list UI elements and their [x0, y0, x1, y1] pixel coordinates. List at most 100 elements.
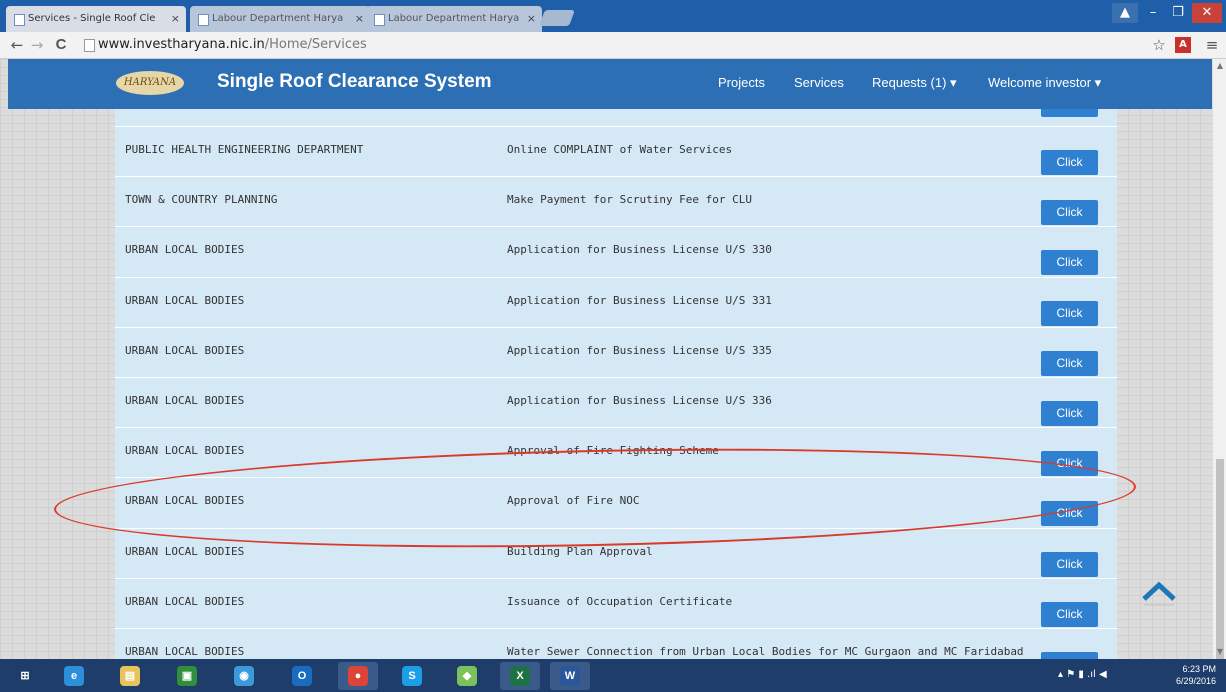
click-button[interactable]: Click — [1041, 401, 1098, 426]
top-navbar: HARYANA Single Roof Clearance System Pro… — [8, 59, 1212, 109]
taskbar-clock[interactable]: 6:23 PM 6/29/2016 — [1176, 663, 1216, 687]
url-host: www.investharyana.nic.in — [98, 37, 265, 52]
department-name: URBAN LOCAL BODIES — [125, 494, 245, 508]
page-favicon-icon — [14, 14, 25, 26]
word-icon: W — [560, 666, 580, 686]
address-bar: ← → C www.investharyana.nic.in/Home/Serv… — [0, 32, 1226, 59]
browser-tab-bar: Services - Single Roof Cle × Labour Depa… — [0, 0, 1226, 32]
tab-labour-1[interactable]: Labour Department Harya × — [190, 6, 370, 32]
department-name: URBAN LOCAL BODIES — [125, 645, 245, 658]
page-viewport: PUBLIC HEALTH ENGINEERING DEPARTMENT Onli… — [0, 59, 1212, 659]
click-button[interactable]: Click — [1041, 551, 1098, 577]
haryana-logo[interactable]: HARYANA — [116, 71, 184, 95]
bookmark-star-icon[interactable]: ☆ — [1150, 35, 1168, 55]
tab-title: Labour Department Harya — [388, 13, 520, 24]
url-path: /Home/Services — [264, 37, 367, 52]
click-button[interactable]: Click — [1041, 300, 1098, 326]
service-name: Water Sewer Connection from Urban Local … — [507, 645, 1024, 658]
table-row: URBAN LOCAL BODIES Application for Busine… — [115, 276, 1117, 328]
service-name: Building Plan Approval — [507, 544, 653, 558]
taskbar-item[interactable]: S — [392, 662, 432, 690]
tab-title: Services - Single Roof Cle — [28, 13, 156, 24]
department-name: PUBLIC HEALTH ENGINEERING DEPARTMENT — [125, 143, 364, 156]
scroll-to-top-icon[interactable] — [1141, 575, 1177, 609]
menu-icon[interactable]: ≡ — [1203, 35, 1221, 55]
service-name: Application for Business License U/S 335 — [507, 343, 772, 357]
table-row: URBAN LOCAL BODIES Water Sewer Connection… — [115, 628, 1117, 659]
table-row: URBAN LOCAL BODIES Application for Busine… — [115, 226, 1117, 277]
table-row: URBAN LOCAL BODIES Building Plan Approval… — [115, 527, 1117, 579]
click-button[interactable]: Click — [1041, 250, 1098, 276]
forward-icon[interactable]: → — [28, 35, 46, 55]
click-button[interactable]: Click — [1041, 451, 1098, 477]
close-window-button[interactable]: ✕ — [1192, 3, 1222, 23]
taskbar-item[interactable]: ● — [338, 662, 378, 690]
restore-button[interactable]: ❐ — [1166, 3, 1190, 23]
taskbar-item[interactable]: W — [550, 662, 590, 690]
click-button[interactable]: Click — [1041, 601, 1098, 627]
table-row: URBAN LOCAL BODIES Approval of Fire NOC Cl… — [115, 477, 1117, 528]
new-tab-button[interactable] — [539, 10, 575, 26]
file-explorer-icon: ▤ — [120, 666, 140, 686]
nav-welcome-investor[interactable]: Welcome investor ▾ — [988, 75, 1101, 91]
table-row: URBAN LOCAL BODIES Application for Busine… — [115, 377, 1117, 428]
back-icon[interactable]: ← — [8, 35, 26, 55]
outlook-icon: O — [292, 666, 312, 686]
minimize-button[interactable]: – — [1140, 3, 1166, 23]
network-icon: ◉ — [234, 666, 254, 686]
folder-icon: ◆ — [457, 666, 477, 686]
service-name: Application for Business License U/S 331 — [507, 293, 772, 307]
tab-close-icon[interactable]: × — [171, 6, 180, 32]
service-name: Online COMPLAINT of Water Services — [507, 143, 733, 156]
page-icon — [84, 39, 95, 52]
excel-icon: X — [510, 666, 530, 686]
taskbar-item[interactable]: ⊞ — [5, 662, 45, 690]
table-row: URBAN LOCAL BODIES Application for Busine… — [115, 326, 1117, 378]
windows-taskbar: ⊞ e ▤ ▣ ◉ O ● S ◆ X W ▴ ⚑ ▮ .ıl ◀ 6:23 PM 6/29/201… — [0, 659, 1226, 692]
taskbar-item[interactable]: ◆ — [447, 662, 487, 690]
tab-labour-2[interactable]: Labour Department Harya × — [366, 6, 542, 32]
nav-requests[interactable]: Requests (1) ▾ — [872, 75, 957, 91]
tab-services[interactable]: Services - Single Roof Cle × — [6, 6, 186, 32]
scrollbar-thumb[interactable] — [1216, 459, 1224, 659]
department-name: TOWN & COUNTRY PLANNING — [125, 193, 278, 207]
page-favicon-icon — [374, 14, 385, 26]
department-name: URBAN LOCAL BODIES — [125, 243, 245, 257]
department-name: URBAN LOCAL BODIES — [125, 293, 245, 307]
taskbar-item[interactable]: ▣ — [167, 662, 207, 690]
taskbar-item[interactable]: O — [282, 662, 322, 690]
url-field[interactable]: www.investharyana.nic.in/Home/Services — [98, 37, 367, 52]
reload-icon[interactable]: C — [52, 35, 70, 55]
services-table: PUBLIC HEALTH ENGINEERING DEPARTMENT Onli… — [115, 103, 1117, 659]
click-button[interactable]: Click — [1041, 501, 1098, 527]
table-row: URBAN LOCAL BODIES Approval of Fire Fight… — [115, 427, 1117, 478]
taskbar-item[interactable]: X — [500, 662, 540, 690]
taskbar-item[interactable]: ◉ — [224, 662, 264, 690]
brand-title[interactable]: Single Roof Clearance System — [217, 71, 492, 93]
page-scrollbar[interactable]: ▲ ▼ — [1212, 59, 1226, 659]
service-name: Approval of Fire Fighting Scheme — [507, 444, 719, 458]
tab-close-icon[interactable]: × — [355, 6, 364, 32]
department-name: URBAN LOCAL BODIES — [125, 394, 245, 407]
taskbar-item[interactable]: ▤ — [110, 662, 150, 690]
scroll-up-arrow-icon[interactable]: ▲ — [1213, 61, 1226, 70]
user-icon[interactable]: ▲ — [1112, 3, 1138, 23]
chrome-icon: ● — [348, 666, 368, 686]
click-button[interactable]: Click — [1041, 350, 1098, 376]
system-tray[interactable]: ▴ ⚑ ▮ .ıl ◀ — [1058, 669, 1107, 680]
table-row: URBAN LOCAL BODIES Issuance of Occupation… — [115, 577, 1117, 629]
service-name: Make Payment for Scrutiny Fee for CLU — [507, 193, 753, 207]
tab-close-icon[interactable]: × — [527, 6, 536, 32]
clock-date: 6/29/2016 — [1175, 676, 1216, 686]
nav-projects[interactable]: Projects — [718, 75, 765, 90]
taskbar-item[interactable]: e — [54, 662, 94, 690]
pdf-extension-icon[interactable]: A — [1175, 37, 1191, 53]
scroll-down-arrow-icon[interactable]: ▼ — [1213, 647, 1226, 656]
internet-explorer-icon: e — [64, 666, 84, 686]
click-button[interactable]: Click — [1041, 150, 1098, 175]
click-button[interactable]: Click — [1041, 652, 1098, 659]
table-row: PUBLIC HEALTH ENGINEERING DEPARTMENT Onli… — [115, 126, 1117, 177]
click-button[interactable]: Click — [1041, 200, 1098, 226]
nav-services[interactable]: Services — [794, 75, 844, 90]
table-row: TOWN & COUNTRY PLANNING Make Payment for … — [115, 176, 1117, 227]
